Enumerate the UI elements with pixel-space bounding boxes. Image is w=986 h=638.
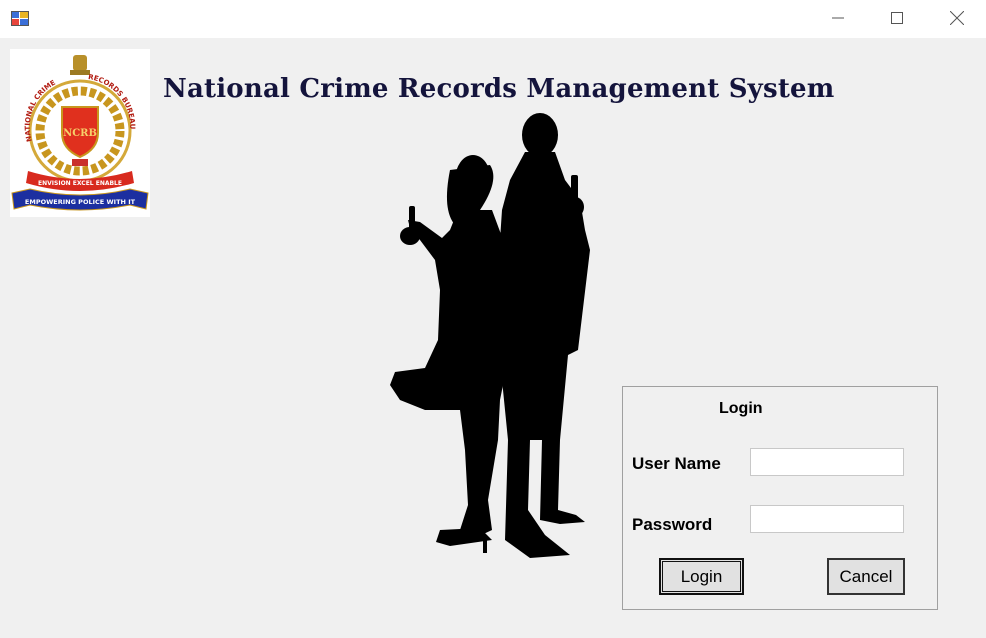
app-icon[interactable]: [11, 9, 29, 27]
username-field[interactable]: [750, 448, 904, 476]
window-titlebar: [0, 0, 986, 38]
svg-text:EMPOWERING POLICE WITH IT: EMPOWERING POLICE WITH IT: [25, 198, 136, 206]
ncrb-emblem-logo: NATIONAL CRIME RECORDS BUREAU NCRB ENVIS…: [10, 49, 150, 217]
password-field[interactable]: [750, 505, 904, 533]
login-group-title: Login: [719, 400, 763, 417]
password-label: Password: [632, 515, 713, 534]
maximize-icon: [891, 12, 903, 24]
maximize-button[interactable]: [874, 0, 920, 36]
minimize-icon: [832, 17, 844, 19]
agents-silhouette-image: [380, 110, 610, 570]
close-icon: [950, 11, 964, 25]
minimize-button[interactable]: [815, 0, 861, 36]
app-title: National Crime Records Management System: [163, 74, 835, 104]
svg-text:ENVISION EXCEL ENABLE: ENVISION EXCEL ENABLE: [38, 180, 122, 187]
username-label: User Name: [632, 454, 721, 473]
close-button[interactable]: [934, 0, 980, 36]
svg-text:NATIONAL CRIME: NATIONAL CRIME: [24, 79, 57, 143]
login-button[interactable]: Login: [659, 558, 744, 595]
login-groupbox: Login User Name Password Login Cancel: [622, 386, 938, 610]
cancel-button[interactable]: Cancel: [827, 558, 905, 595]
svg-text:NCRB: NCRB: [63, 128, 97, 139]
